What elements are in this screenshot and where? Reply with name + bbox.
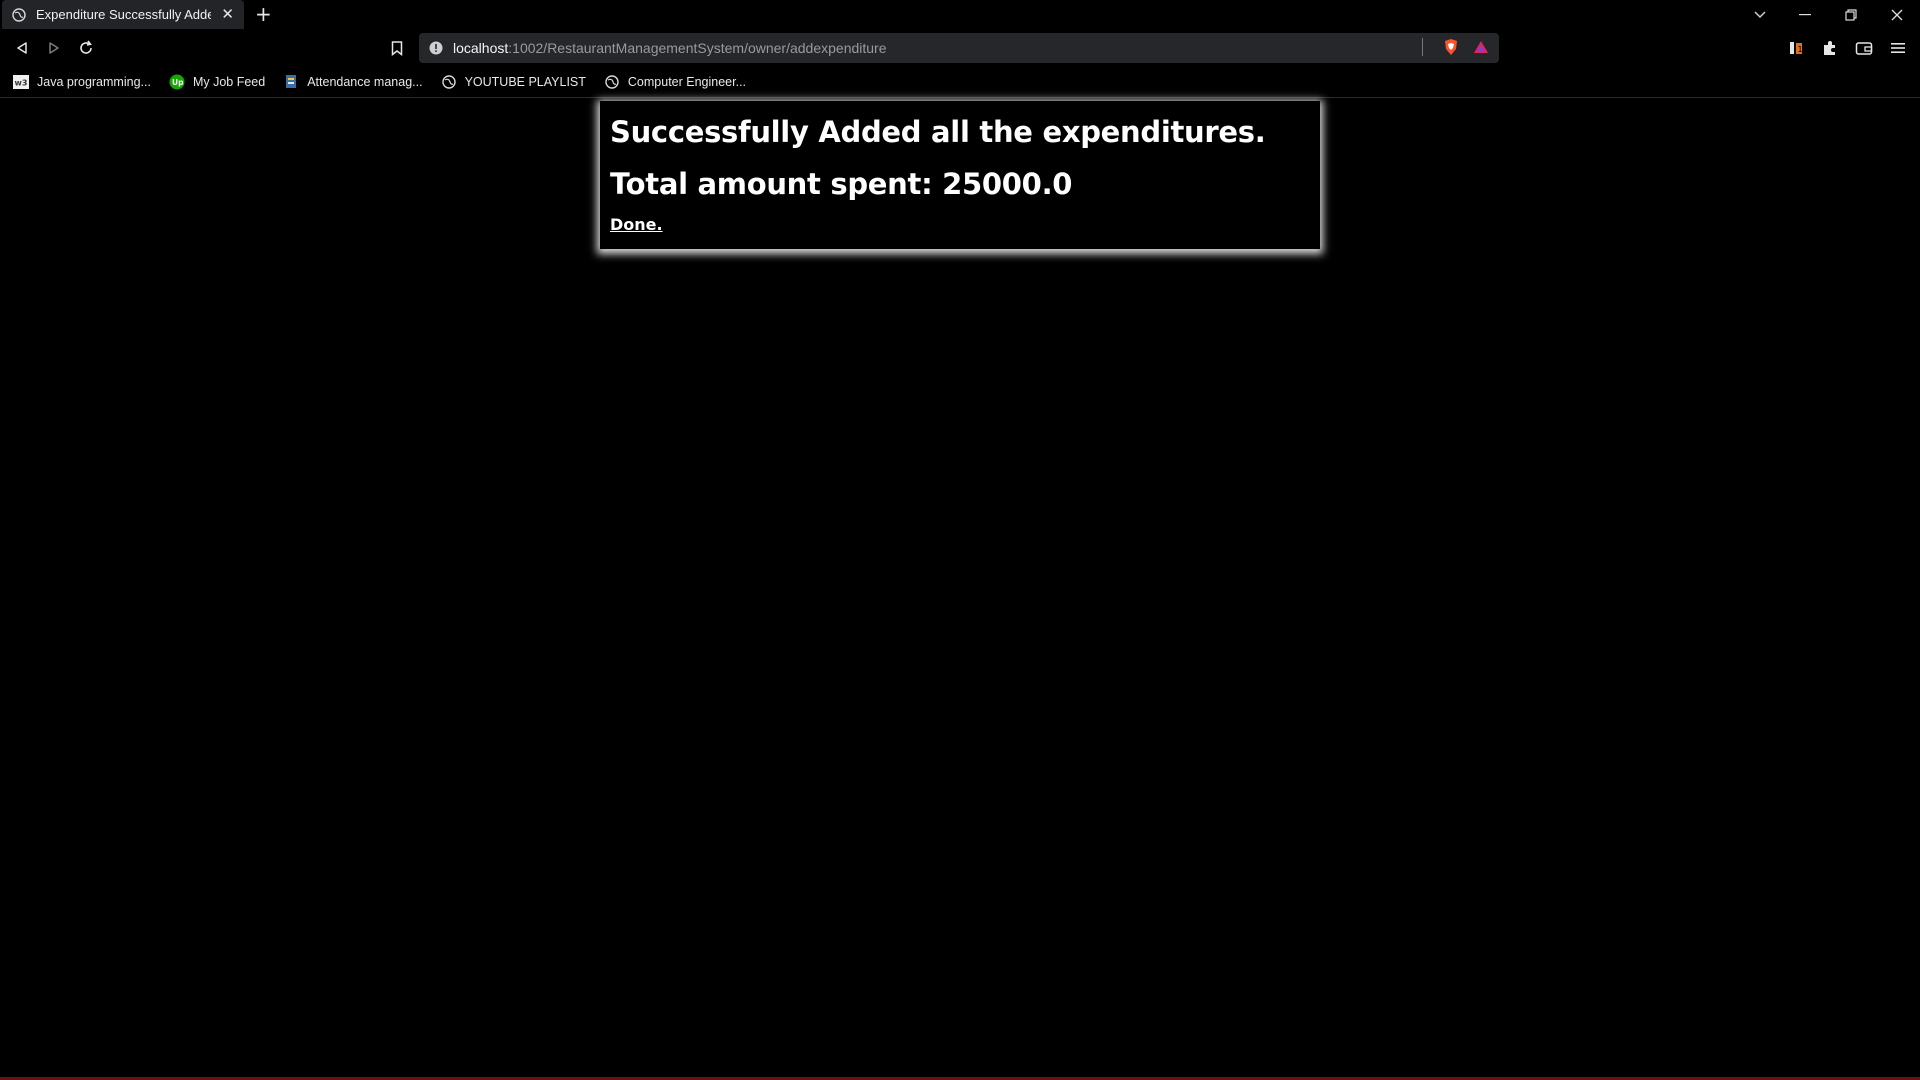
bookmark-label: Computer Engineer... bbox=[627, 75, 747, 89]
page-viewport: Successfully Added all the expenditures.… bbox=[0, 99, 1920, 1077]
svg-text:w3: w3 bbox=[15, 79, 28, 88]
globe-icon bbox=[441, 74, 457, 90]
globe-icon bbox=[604, 74, 620, 90]
bookmark-icon[interactable] bbox=[385, 36, 409, 60]
back-icon[interactable] bbox=[10, 36, 34, 60]
done-link[interactable]: Done. bbox=[610, 215, 663, 234]
bookmark-attendance[interactable]: Attendance manag... bbox=[283, 74, 423, 90]
divider bbox=[1422, 38, 1423, 56]
toolbar-right-icons: 1 bbox=[1785, 36, 1909, 60]
bookmark-my-job-feed[interactable]: Up My Job Feed bbox=[169, 74, 265, 90]
bookmark-youtube-playlist[interactable]: YOUTUBE PLAYLIST bbox=[441, 74, 586, 90]
bookmark-label: Attendance manag... bbox=[307, 75, 423, 89]
bookmark-label: YOUTUBE PLAYLIST bbox=[464, 75, 586, 89]
close-window-icon[interactable] bbox=[1874, 0, 1920, 29]
reload-icon[interactable] bbox=[74, 36, 98, 60]
bookmark-label: My Job Feed bbox=[192, 75, 266, 89]
total-amount: Total amount spent: 25000.0 bbox=[610, 167, 1073, 201]
chevron-down-icon[interactable] bbox=[1745, 0, 1775, 29]
svg-text:1: 1 bbox=[1798, 45, 1803, 54]
browser-toolbar: localhost:1002/RestaurantManagementSyste… bbox=[0, 29, 1920, 67]
brave-shields-icon[interactable] bbox=[1443, 38, 1459, 56]
window-controls bbox=[1782, 0, 1920, 29]
upwork-icon: Up bbox=[169, 74, 185, 90]
extension-icon[interactable]: 1 bbox=[1785, 36, 1807, 60]
bookmark-computer-engineer[interactable]: Computer Engineer... bbox=[604, 74, 746, 90]
globe-icon bbox=[12, 7, 26, 22]
browser-tab[interactable]: Expenditure Successfully Added. ✕ bbox=[2, 0, 244, 29]
w3-icon: w3 bbox=[13, 74, 29, 90]
restore-icon[interactable] bbox=[1828, 0, 1874, 29]
app-icon bbox=[283, 74, 299, 90]
puzzle-icon[interactable] bbox=[1819, 36, 1841, 60]
wallet-icon[interactable] bbox=[1853, 36, 1875, 60]
bookmark-java-programming[interactable]: w3 Java programming... bbox=[13, 74, 151, 90]
success-message: Successfully Added all the expenditures. bbox=[610, 115, 1266, 149]
menu-icon[interactable] bbox=[1887, 36, 1909, 60]
minimize-icon[interactable] bbox=[1782, 0, 1828, 29]
bookmarks-bar: w3 Java programming... Up My Job Feed At… bbox=[0, 67, 1920, 98]
svg-text:Up: Up bbox=[172, 78, 184, 87]
brave-rewards-icon[interactable] bbox=[1473, 39, 1489, 55]
bookmark-label: Java programming... bbox=[37, 75, 151, 89]
url-path: :1002/RestaurantManagementSystem/owner/a… bbox=[508, 40, 887, 56]
tab-title: Expenditure Successfully Added. bbox=[36, 7, 212, 22]
close-tab-icon[interactable]: ✕ bbox=[221, 7, 234, 22]
site-info-icon[interactable] bbox=[429, 41, 443, 55]
new-tab-icon[interactable]: + bbox=[255, 4, 272, 24]
tab-strip: Expenditure Successfully Added. ✕ + bbox=[0, 0, 1920, 29]
success-card: Successfully Added all the expenditures.… bbox=[600, 101, 1320, 249]
url-host: localhost bbox=[453, 40, 509, 56]
address-bar[interactable]: localhost:1002/RestaurantManagementSyste… bbox=[419, 33, 1499, 63]
forward-icon[interactable] bbox=[42, 36, 66, 60]
